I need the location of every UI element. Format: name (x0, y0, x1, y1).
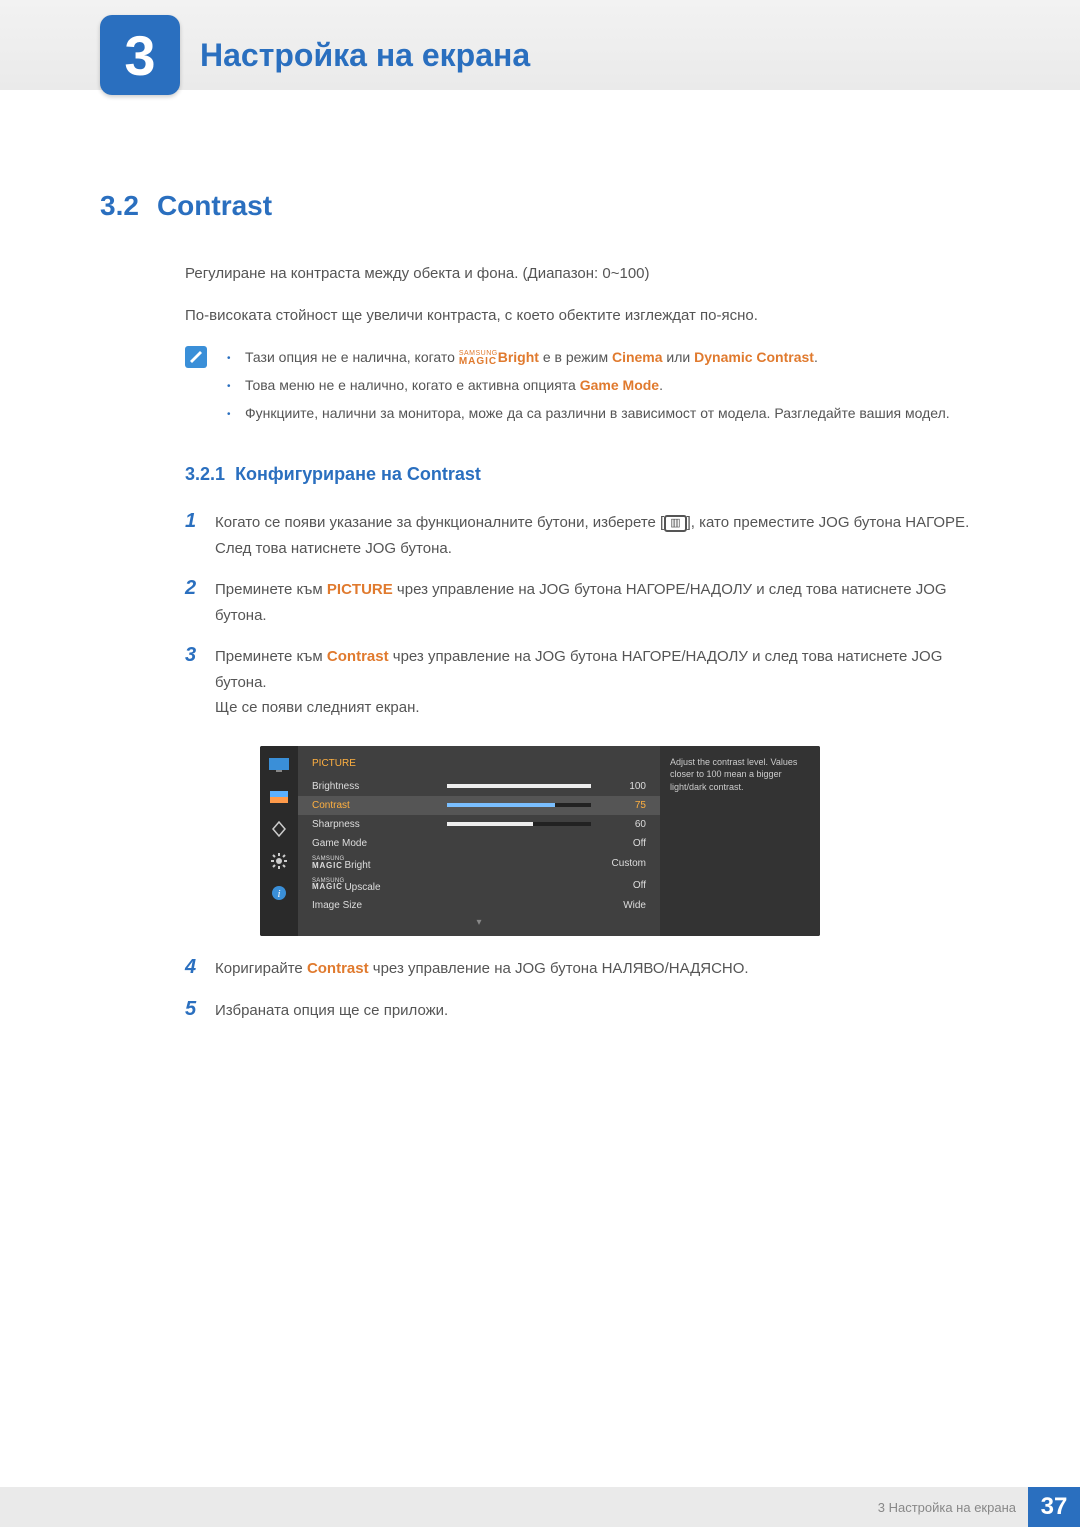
osd-value: 100 (591, 781, 646, 792)
footer-chapter-label: 3 Настройка на екрана (878, 1500, 1016, 1515)
chapter-title: Настройка на екрана (200, 37, 530, 74)
osd-row-brightness: Brightness 100 (298, 777, 660, 796)
note-block: Тази опция не е налична, когато SAMSUNGM… (185, 346, 980, 429)
osd-row-magicupscale: SAMSUNGMAGICUpscale Off (298, 875, 660, 897)
section-heading: 3.2 Contrast (100, 190, 980, 222)
osd-sidebar: i (260, 746, 298, 937)
osd-row-gamemode: Game Mode Off (298, 834, 660, 853)
osd-info-panel: Adjust the contrast level. Values closer… (660, 746, 820, 937)
osd-value: 60 (591, 819, 646, 830)
step-text: Когато се появи указание за функционални… (215, 510, 980, 561)
osd-screenshot: i PICTURE Brightness 100 Contrast 75 (100, 746, 980, 937)
note-item-3: Функциите, налични за монитора, може да … (225, 402, 980, 426)
osd-value: Wide (591, 900, 646, 911)
magic-bright-inline: SAMSUNGMAGIC (459, 351, 498, 366)
osd-slider (447, 803, 591, 807)
note-item-1: Тази опция не е налична, когато SAMSUNGM… (225, 346, 980, 370)
osd-tab-size-icon (268, 820, 290, 838)
chapter-number: 3 (124, 23, 155, 88)
page: 3 Настройка на екрана 3.2 Contrast Регули… (0, 0, 1080, 1527)
step-number: 1 (185, 510, 215, 561)
osd-tab-color-icon (268, 788, 290, 806)
osd-slider (447, 822, 591, 826)
osd-row-contrast: Contrast 75 (298, 796, 660, 815)
osd-label: Image Size (312, 900, 447, 911)
osd-label: Brightness (312, 781, 447, 792)
subsection-heading: 3.2.1 Конфигуриране на Contrast (185, 464, 980, 485)
step-number: 2 (185, 577, 215, 628)
osd-panel: i PICTURE Brightness 100 Contrast 75 (260, 746, 820, 937)
osd-label: Game Mode (312, 838, 447, 849)
step-number: 3 (185, 644, 215, 721)
note-list: Тази опция не е налична, когато SAMSUNGM… (225, 346, 980, 429)
step-2: 2 Преминете към PICTURE чрез управление … (185, 577, 980, 628)
osd-main: PICTURE Brightness 100 Contrast 75 Sharp… (298, 746, 660, 937)
osd-label: SAMSUNGMAGICBright (312, 857, 447, 871)
chapter-number-badge: 3 (100, 15, 180, 95)
menu-icon: ▥ (664, 515, 686, 532)
intro-paragraph-1: Регулиране на контраста между обекта и ф… (185, 262, 980, 286)
section-number: 3.2 (100, 190, 139, 221)
step-1: 1 Когато се появи указание за функционал… (185, 510, 980, 561)
step-text: Коригирайте Contrast чрез управление на … (215, 956, 980, 982)
svg-text:i: i (277, 888, 280, 900)
osd-row-magicbright: SAMSUNGMAGICBright Custom (298, 853, 660, 875)
section-title: Contrast (157, 190, 272, 221)
osd-label: Sharpness (312, 819, 447, 830)
intro-paragraph-2: По-високата стойност ще увеличи контраст… (185, 304, 980, 328)
page-footer: 3 Настройка на екрана 37 (0, 1487, 1080, 1527)
step-3: 3 Преминете към Contrast чрез управление… (185, 644, 980, 721)
step-text: Избраната опция ще се приложи. (215, 998, 980, 1024)
osd-title: PICTURE (298, 754, 660, 777)
step-text: Преминете към Contrast чрез управление н… (215, 644, 980, 721)
osd-value: Off (591, 838, 646, 849)
page-number: 37 (1028, 1487, 1080, 1527)
step-5: 5 Избраната опция ще се приложи. (185, 998, 980, 1024)
osd-row-imagesize: Image Size Wide (298, 896, 660, 915)
steps-list-cont: 4 Коригирайте Contrast чрез управление н… (185, 956, 980, 1023)
subsection-title: Конфигуриране на Contrast (235, 464, 481, 484)
osd-tab-settings-icon (268, 852, 290, 870)
osd-tab-info-icon: i (268, 884, 290, 902)
steps-list: 1 Когато се появи указание за функционал… (185, 510, 980, 721)
osd-scroll-down-icon: ▾ (298, 917, 660, 928)
osd-tab-picture-icon (268, 756, 290, 774)
chapter-header: 3 Настройка на екрана (0, 0, 1080, 90)
osd-value: Off (591, 880, 646, 891)
step-text: Преминете към PICTURE чрез управление на… (215, 577, 980, 628)
content: 3.2 Contrast Регулиране на контраста межд… (0, 90, 1080, 1023)
step-4: 4 Коригирайте Contrast чрез управление н… (185, 956, 980, 982)
osd-label: Contrast (312, 800, 447, 811)
osd-slider (447, 784, 591, 788)
osd-value: 75 (591, 800, 646, 811)
osd-value: Custom (591, 858, 646, 869)
osd-row-sharpness: Sharpness 60 (298, 815, 660, 834)
note-icon (185, 346, 207, 368)
note-item-2: Това меню не е налично, когато е активна… (225, 374, 980, 398)
osd-label: SAMSUNGMAGICUpscale (312, 879, 447, 893)
subsection-number: 3.2.1 (185, 464, 225, 484)
step-number: 4 (185, 956, 215, 982)
step-number: 5 (185, 998, 215, 1024)
